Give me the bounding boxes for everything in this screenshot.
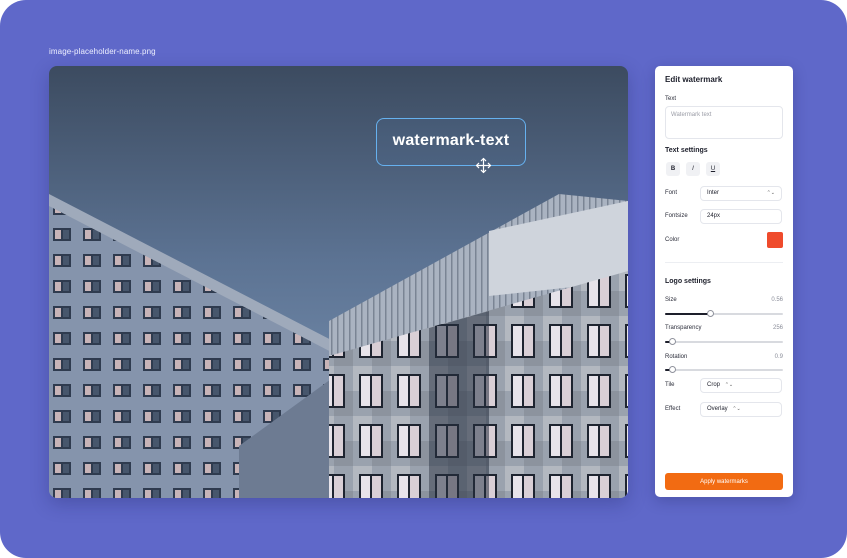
transparency-value: 256: [772, 325, 783, 331]
updown-chevron-icon: ⌃⌄: [724, 382, 734, 388]
size-slider[interactable]: [665, 310, 783, 317]
watermark-text: watermark-text: [392, 132, 510, 149]
rotation-slider[interactable]: [665, 366, 783, 373]
size-slider-fill: [665, 313, 710, 315]
divider: [665, 262, 783, 263]
transparency-label: Transparency: [665, 325, 702, 331]
panel-title: Edit watermark: [665, 75, 723, 84]
edit-watermark-panel: Edit watermark Text Watermark text Text …: [655, 66, 793, 497]
size-value: 0.56: [771, 297, 783, 303]
watermark-selection[interactable]: watermark-text: [376, 118, 526, 166]
fontsize-label: Fontsize: [665, 213, 688, 219]
building-photo: [49, 66, 628, 498]
bold-button[interactable]: B: [666, 162, 680, 176]
watermark-text-input[interactable]: Watermark text: [665, 106, 783, 139]
italic-button[interactable]: I: [686, 162, 700, 176]
text-settings-title: Text settings: [665, 147, 708, 154]
color-swatch[interactable]: [767, 232, 783, 248]
image-canvas[interactable]: watermark-text: [49, 66, 628, 498]
size-label: Size: [665, 297, 677, 303]
rotation-label: Rotation: [665, 354, 688, 360]
transparency-slider-thumb[interactable]: [669, 338, 677, 345]
logo-settings-title: Logo settings: [665, 278, 711, 285]
rotation-value: 0.9: [774, 354, 783, 360]
tile-value: Crop: [707, 382, 721, 388]
effect-select[interactable]: Overlay ⌃⌄: [700, 402, 782, 417]
tile-label: Tile: [665, 382, 675, 388]
effect-label: Effect: [665, 406, 681, 412]
font-value: Inter: [707, 190, 720, 196]
text-label: Text: [665, 96, 677, 102]
updown-chevron-icon: ⌃⌄: [732, 406, 741, 412]
file-name: image-placeholder-name.png: [49, 47, 156, 56]
apply-watermarks-button[interactable]: Apply watermarks: [665, 473, 783, 490]
transparency-slider[interactable]: [665, 338, 783, 345]
underline-button[interactable]: U: [706, 162, 720, 176]
tile-select[interactable]: Crop ⌃⌄: [700, 378, 782, 393]
effect-value: Overlay: [707, 406, 728, 412]
rotation-slider-thumb[interactable]: [669, 366, 677, 373]
app-background: image-placeholder-name.png watermark-tex…: [0, 0, 847, 558]
font-select[interactable]: Inter ⌃⌄: [700, 186, 782, 201]
updown-chevron-icon: ⌃⌄: [766, 190, 775, 196]
fontsize-input[interactable]: 24px: [700, 209, 782, 224]
font-label: Font: [665, 190, 678, 196]
color-label: Color: [665, 237, 680, 243]
move-arrows-icon[interactable]: [475, 157, 492, 174]
size-slider-thumb[interactable]: [706, 310, 714, 317]
